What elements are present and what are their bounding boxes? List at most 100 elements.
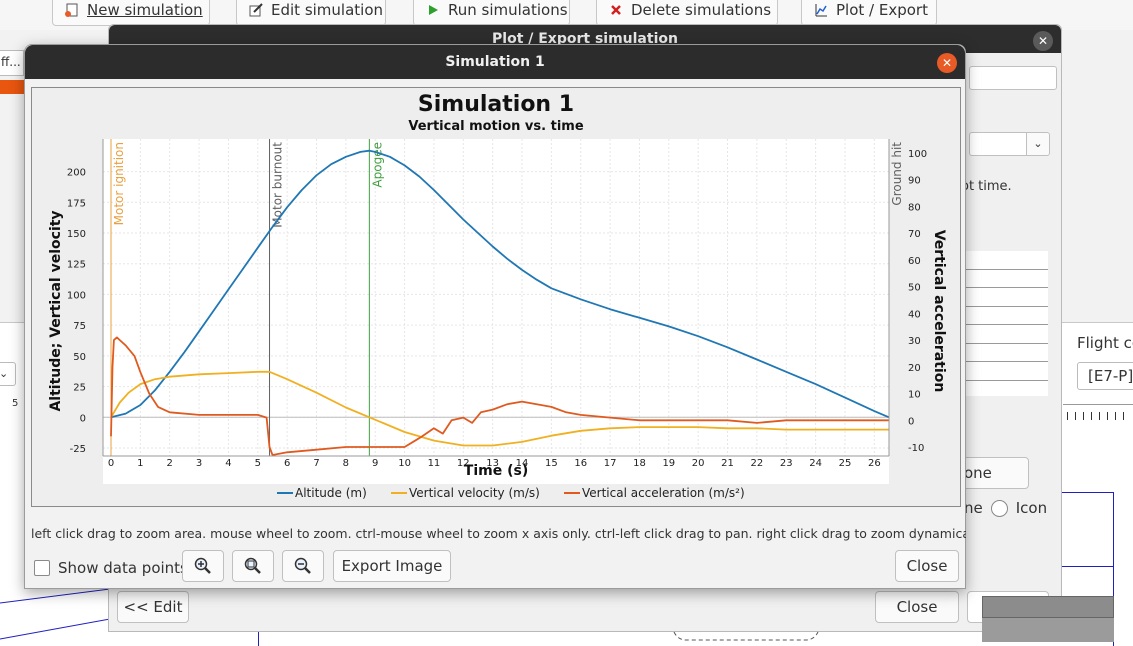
dialog-close-button[interactable]: Close bbox=[895, 550, 959, 582]
x-tick-label: 5 bbox=[255, 458, 261, 469]
x-tick-label: 17 bbox=[604, 458, 617, 469]
zoom-in-icon bbox=[194, 557, 211, 574]
plot-area[interactable] bbox=[103, 139, 889, 484]
y2-tick-label: 0 bbox=[908, 416, 914, 427]
radio-none-label[interactable]: ne bbox=[964, 499, 983, 517]
zoom-fit-button[interactable] bbox=[232, 550, 274, 582]
y-tick-label: 150 bbox=[67, 229, 86, 240]
legend: Altitude (m) Vertical velocity (m/s) Verti… bbox=[277, 486, 745, 500]
y2-tick-label: 20 bbox=[908, 363, 921, 374]
chart-panel[interactable]: Simulation 1 Vertical motion vs. time Mo… bbox=[31, 87, 961, 507]
ruler-label: 5 bbox=[12, 398, 19, 409]
y-tick-label: 175 bbox=[67, 198, 86, 209]
y2-tick-label: 80 bbox=[908, 202, 921, 213]
dialog-footer: Show data points Export Image Close bbox=[25, 548, 965, 588]
plot-icon bbox=[814, 3, 828, 17]
zoom-in-button[interactable] bbox=[182, 550, 224, 582]
x-tick-label: 16 bbox=[574, 458, 587, 469]
run-simulations-button[interactable]: Run simulations bbox=[413, 0, 570, 26]
y2-tick-label: 30 bbox=[908, 336, 921, 347]
x-tick-label: 23 bbox=[780, 458, 793, 469]
play-icon bbox=[426, 3, 440, 17]
name-field[interactable] bbox=[969, 66, 1057, 90]
plot-export-footer: << Edit Close Plot bbox=[109, 583, 1061, 633]
y-tick-label: -25 bbox=[70, 444, 86, 455]
table-row[interactable] bbox=[964, 270, 1048, 288]
x-tick-label: 24 bbox=[809, 458, 822, 469]
table-row[interactable] bbox=[964, 362, 1048, 381]
event-style-radios: ne Icon bbox=[964, 499, 1047, 517]
x-tick-label: 2 bbox=[167, 458, 173, 469]
x-tick-label: 10 bbox=[398, 458, 411, 469]
edit-icon bbox=[249, 3, 263, 17]
close-icon[interactable]: ✕ bbox=[1033, 31, 1053, 51]
y2-tick-label: 40 bbox=[908, 309, 921, 320]
show-data-points-label[interactable]: Show data points bbox=[58, 559, 188, 577]
chart[interactable]: Simulation 1 Vertical motion vs. time Mo… bbox=[32, 88, 960, 506]
edit-back-button[interactable]: << Edit bbox=[117, 591, 189, 623]
legend-entry: Altitude (m) bbox=[295, 486, 367, 500]
x-tick-label: 4 bbox=[225, 458, 231, 469]
zoom-out-icon bbox=[294, 557, 311, 574]
y2-tick-label: 60 bbox=[908, 256, 921, 267]
flight-config-select[interactable]: [E7-P] bbox=[1077, 362, 1133, 390]
x-axis-label: Time (s) bbox=[464, 463, 528, 479]
y2-tick-label: 90 bbox=[908, 176, 921, 187]
table-row[interactable] bbox=[964, 288, 1048, 307]
event-label: Apogee bbox=[370, 142, 384, 188]
table-row[interactable] bbox=[964, 307, 1048, 325]
dialog-title: Simulation 1 bbox=[445, 54, 545, 70]
event-label: Ground hit bbox=[890, 142, 904, 206]
x-tick-label: 11 bbox=[428, 458, 441, 469]
selected-row-marker bbox=[0, 80, 26, 94]
y-tick-label: 25 bbox=[73, 383, 86, 394]
new-simulation-label: New simulation bbox=[87, 1, 203, 19]
new-document-icon bbox=[65, 3, 79, 17]
edit-simulation-button[interactable]: Edit simulation bbox=[236, 0, 386, 26]
x-tick-label: 19 bbox=[662, 458, 675, 469]
checkbox-box[interactable] bbox=[34, 560, 50, 576]
dialog-titlebar: Simulation 1 ✕ bbox=[25, 45, 965, 79]
export-image-button[interactable]: Export Image bbox=[333, 550, 451, 582]
chevron-down-icon[interactable]: ⌄ bbox=[1026, 132, 1050, 156]
table-row[interactable] bbox=[964, 344, 1048, 362]
zoom-out-button[interactable] bbox=[282, 550, 324, 582]
table-row[interactable] bbox=[964, 325, 1048, 344]
edit-simulation-label: Edit simulation bbox=[271, 1, 384, 19]
zoom-fit-icon bbox=[244, 557, 261, 574]
x-tick-label: 0 bbox=[108, 458, 114, 469]
legend-entry: Vertical acceleration (m/s²) bbox=[582, 486, 745, 500]
x-tick-label: 22 bbox=[751, 458, 764, 469]
zoom-hint-text: left click drag to zoom area. mouse whee… bbox=[31, 526, 966, 541]
new-simulation-button[interactable]: New simulation bbox=[52, 0, 210, 26]
plot-export-label: Plot / Export bbox=[836, 1, 928, 19]
plot-export-button[interactable]: Plot / Export bbox=[801, 0, 937, 26]
show-data-points-checkbox[interactable]: Show data points bbox=[34, 559, 188, 577]
radio-icon-button[interactable] bbox=[990, 499, 1008, 517]
rocket-body-shape bbox=[982, 596, 1114, 618]
radio-icon-label[interactable]: Icon bbox=[1016, 499, 1047, 517]
plot-export-close-button[interactable]: Close bbox=[875, 591, 959, 623]
none-button[interactable]: one bbox=[959, 457, 1029, 489]
series-table bbox=[964, 251, 1048, 396]
y2-tick-label: -10 bbox=[908, 443, 924, 454]
dashed-outline bbox=[673, 631, 819, 641]
y-tick-label: 75 bbox=[73, 321, 86, 332]
table-row[interactable] bbox=[964, 251, 1048, 270]
legend-entry: Vertical velocity (m/s) bbox=[409, 486, 540, 500]
rocket-body-shape bbox=[982, 618, 1114, 642]
right-ruler bbox=[1063, 404, 1133, 420]
x-tick-label: 18 bbox=[633, 458, 646, 469]
left-select[interactable]: ⌄ bbox=[0, 362, 16, 386]
rocket-fin-outline bbox=[0, 589, 110, 640]
y2-tick-label: 50 bbox=[908, 283, 921, 294]
event-label: Motor ignition bbox=[112, 142, 126, 225]
y2-tick-label: 100 bbox=[908, 149, 927, 160]
x-tick-label: 15 bbox=[545, 458, 558, 469]
delete-simulations-button[interactable]: Delete simulations bbox=[596, 0, 778, 26]
left-field[interactable]: ff... bbox=[0, 50, 24, 76]
x-tick-label: 9 bbox=[372, 458, 378, 469]
chart-subtitle: Vertical motion vs. time bbox=[408, 119, 583, 134]
close-icon[interactable]: ✕ bbox=[937, 53, 957, 73]
flight-config-label: Flight co bbox=[1077, 334, 1133, 352]
